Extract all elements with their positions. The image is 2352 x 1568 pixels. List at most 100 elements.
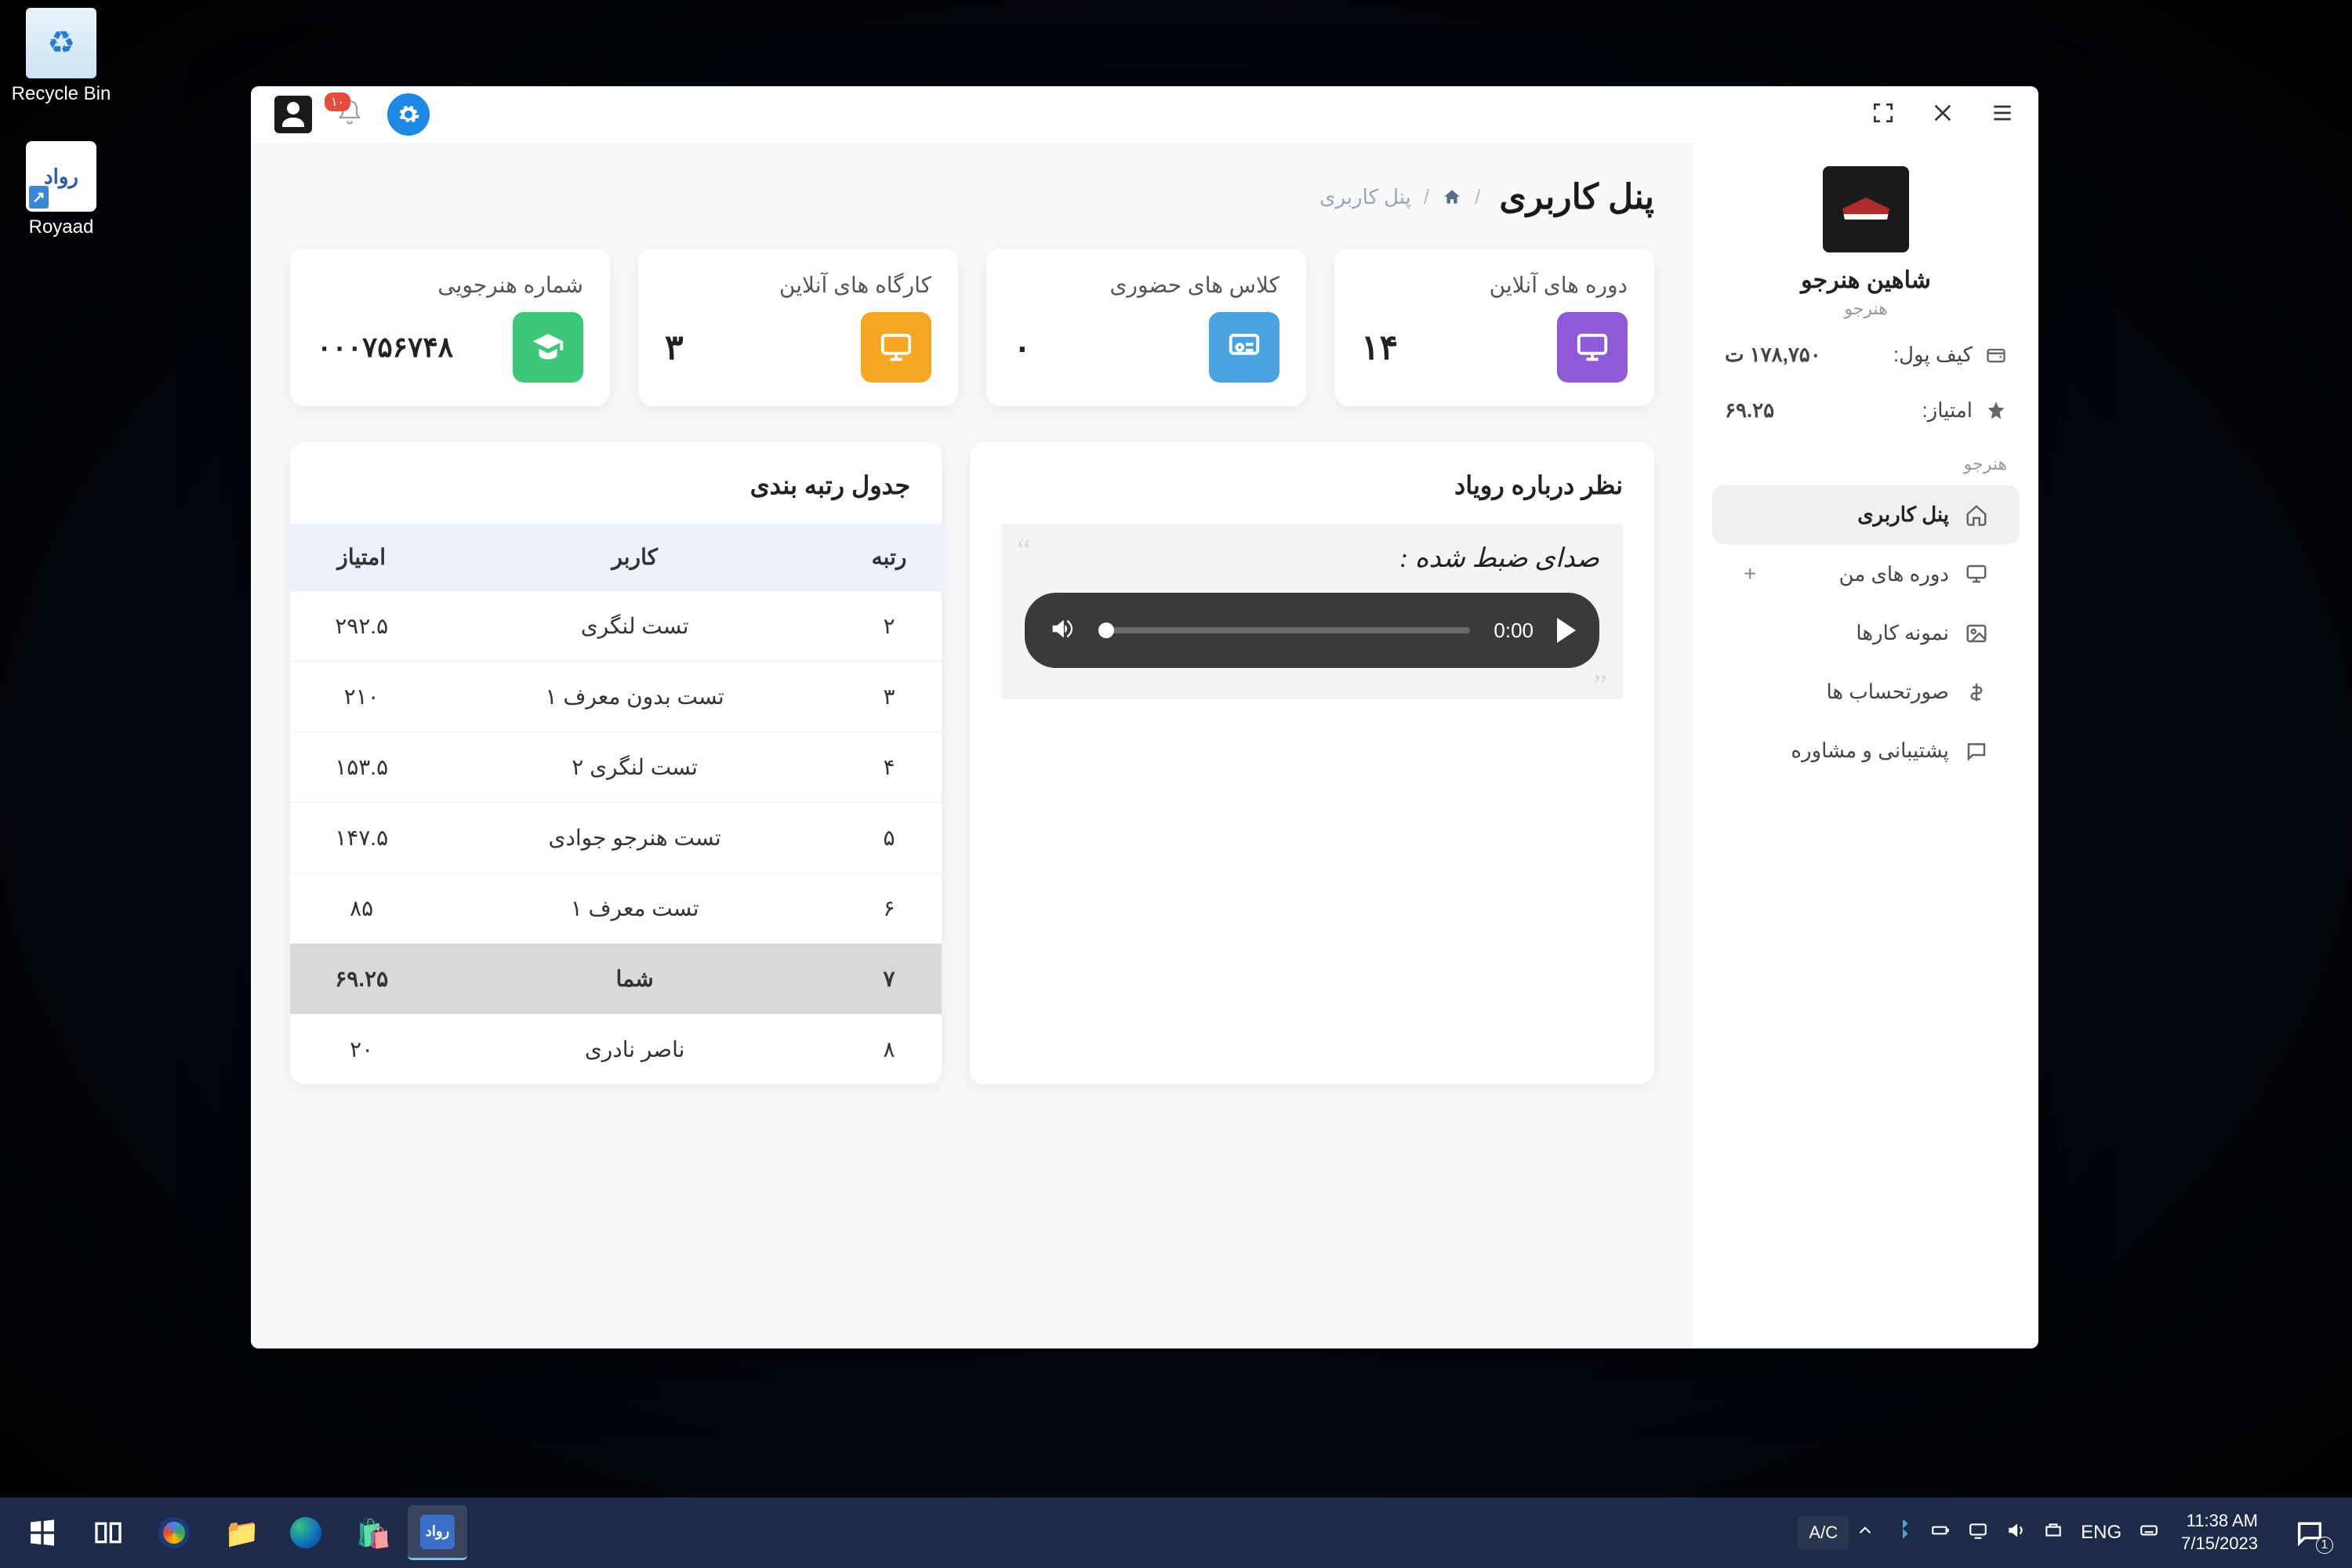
table-row: ۲تست لنگری۲۹۲.۵ [290, 591, 942, 662]
task-view-button[interactable] [78, 1505, 138, 1560]
graduate-icon [513, 312, 583, 383]
titlebar-avatar[interactable] [274, 96, 312, 133]
feedback-panel: نظر درباره رویاد “ صدای ضبط شده : 0:00 ” [970, 442, 1654, 1084]
avatar[interactable] [1823, 166, 1909, 252]
sidebar-profile: شاهین هنرجو هنرجو [1693, 166, 2038, 327]
folder-icon: 📁 [224, 1517, 256, 1548]
home-icon[interactable] [1442, 187, 1462, 208]
tray-cast[interactable] [1968, 1520, 1988, 1545]
quote-icon: ” [1593, 667, 1607, 704]
desktop-icon-royaad[interactable]: رواد Royaad [6, 141, 116, 238]
menu-button[interactable] [1990, 100, 2015, 129]
battery-icon [1930, 1520, 1951, 1541]
volume-button[interactable] [1048, 615, 1075, 646]
desktop-icon-recycle-bin[interactable]: Recycle Bin [6, 8, 116, 105]
page-title: پنل کاربری [1499, 177, 1654, 217]
notifications-button[interactable]: ۱۰ [336, 99, 364, 131]
wallet-row: کیف پول: ۱۷۸,۷۵۰ ت [1693, 327, 2038, 383]
table-row: ۵تست هنرجو جوادی۱۴۷.۵ [290, 803, 942, 873]
windows-taskbar: 📁 🛍️ رواد A/C ENG 11:38 AM 7/15/2023 [0, 1497, 2352, 1568]
taskbar-app-royaad[interactable]: رواد [408, 1505, 467, 1560]
table-row: ۴تست لنگری ۲۱۵۳.۵ [290, 732, 942, 803]
main-content: پنل کاربری / / پنل کاربری دوره های آنلای… [251, 143, 1693, 1348]
play-button[interactable] [1557, 618, 1576, 643]
tray-chevron-up[interactable] [1855, 1520, 1875, 1545]
settings-button[interactable] [387, 93, 430, 136]
task-view-icon [93, 1517, 124, 1548]
feedback-body: “ صدای ضبط شده : 0:00 ” [1001, 524, 1623, 699]
system-tray: ENG [1855, 1520, 2159, 1545]
keyboard-icon [2139, 1520, 2159, 1541]
monitor-icon [1557, 312, 1628, 383]
user-name: شاهین هنرجو [1693, 267, 2038, 294]
stat-card-in-person: کلاس های حضوری ۰ [986, 249, 1306, 406]
stat-card-online-courses: دوره های آنلاین ۱۴ [1334, 249, 1654, 406]
tray-bluetooth[interactable] [1893, 1520, 1913, 1545]
ranking-table: رتبه کاربر امتیاز ۲تست لنگری۲۹۲.۵۳تست بد… [290, 524, 942, 1084]
tray-language[interactable]: ENG [2081, 1522, 2122, 1544]
hamburger-icon [1990, 100, 2015, 125]
classroom-icon [1209, 312, 1279, 383]
stat-card-student-id: شماره هنرجویی ۰۰۰۷۵۶۷۴۸ [290, 249, 610, 406]
col-rank: رتبه [837, 524, 942, 591]
home-icon [1965, 503, 1988, 527]
audio-player[interactable]: 0:00 [1025, 593, 1599, 668]
desktop: Recycle Bin رواد Royaad ۱۰ [0, 0, 2352, 1568]
taskbar-clock[interactable]: 11:38 AM 7/15/2023 [2181, 1510, 2258, 1555]
close-button[interactable] [1930, 100, 1955, 129]
page-header: پنل کاربری / / پنل کاربری [290, 177, 1654, 217]
taskbar-app-store[interactable]: 🛍️ [342, 1505, 401, 1560]
sidebar-item-dashboard[interactable]: پنل کاربری [1712, 485, 2020, 544]
dollar-icon [1965, 681, 1988, 704]
ranking-panel: جدول رتبه بندی رتبه کاربر امتیاز ۲تست لن… [290, 442, 942, 1084]
tray-ime[interactable] [2139, 1520, 2159, 1545]
breadcrumb: / / پنل کاربری [1319, 185, 1480, 209]
audio-seek-track[interactable] [1098, 627, 1470, 633]
wallet-icon [1985, 344, 2007, 366]
sidebar-item-portfolio[interactable]: نمونه کارها [1712, 604, 2020, 662]
desktop-icon-label: Recycle Bin [6, 83, 116, 105]
start-button[interactable] [13, 1505, 72, 1560]
taskbar-app-edge[interactable] [276, 1505, 336, 1560]
gear-icon [397, 103, 420, 126]
store-icon: 🛍️ [356, 1517, 387, 1548]
user-role: هنرجو [1693, 299, 2038, 319]
col-user: کاربر [433, 524, 837, 591]
sidebar-item-support[interactable]: پشتیبانی و مشاوره [1712, 721, 2020, 780]
tray-battery[interactable] [1930, 1520, 1951, 1545]
monitor-icon [1965, 562, 1988, 586]
recycle-bin-icon [26, 8, 96, 78]
notification-badge: ۱۰ [325, 93, 350, 111]
weather-widget[interactable]: A/C [1798, 1516, 1849, 1549]
recorded-audio-label: صدای ضبط شده : [1025, 543, 1599, 574]
desktop-icon-label: Royaad [6, 216, 116, 238]
points-value: ۶۹.۲۵ [1725, 398, 1774, 423]
quote-icon: “ [1017, 532, 1031, 568]
bluetooth-icon [1893, 1520, 1913, 1541]
sidebar-item-my-courses[interactable]: دوره های من + [1712, 544, 2020, 604]
panel-title: نظر درباره رویاد [970, 442, 1654, 524]
table-row: ۳تست بدون معرف ۱۲۱۰ [290, 662, 942, 732]
volume-icon [1048, 615, 1075, 642]
sidebar-item-invoices[interactable]: صورتحساب ها [1712, 662, 2020, 721]
cast-icon [1968, 1520, 1988, 1541]
stats-cards-row: دوره های آنلاین ۱۴ کلاس های حضوری ۰ [290, 249, 1654, 406]
taskbar-app-chromium[interactable] [144, 1505, 204, 1560]
stat-card-workshops: کارگاه های آنلاین ۳ [638, 249, 958, 406]
tray-network[interactable] [2043, 1520, 2063, 1545]
chat-icon [1965, 739, 1988, 763]
fullscreen-button[interactable] [1871, 100, 1896, 129]
action-center-button[interactable]: 1 [2280, 1505, 2339, 1560]
table-row: ۶تست معرف ۱۸۵ [290, 873, 942, 944]
volume-icon [2005, 1520, 2026, 1541]
royaad-app-icon: رواد [26, 141, 96, 212]
tray-volume[interactable] [2005, 1520, 2026, 1545]
audio-time: 0:00 [1494, 619, 1534, 643]
ethernet-icon [2043, 1520, 2063, 1541]
sidebar-section-label: هنرجو [1693, 438, 2038, 485]
chevron-up-icon [1855, 1520, 1875, 1541]
sidebar: شاهین هنرجو هنرجو کیف پول: ۱۷۸,۷۵۰ ت امت… [1693, 143, 2038, 1348]
panel-title: جدول رتبه بندی [290, 442, 942, 524]
taskbar-app-explorer[interactable]: 📁 [210, 1505, 270, 1560]
points-row: امتیاز: ۶۹.۲۵ [1693, 383, 2038, 438]
